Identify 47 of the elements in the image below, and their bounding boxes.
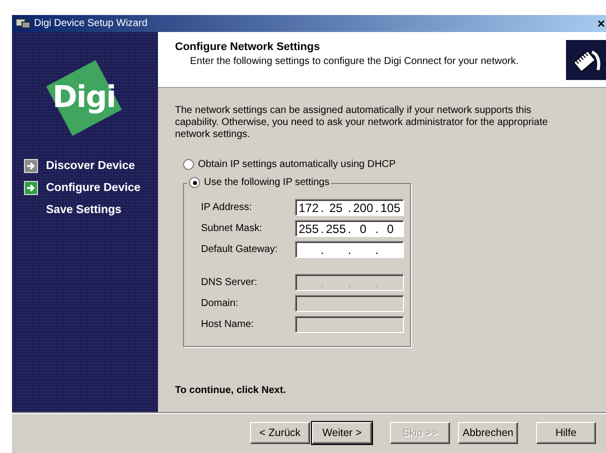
octet-value: 200: [352, 200, 374, 214]
octet-value: 105: [380, 200, 401, 214]
wizard-button[interactable]: Abbrechen: [458, 422, 518, 444]
octet-value: 172: [298, 200, 320, 214]
octet-dot: .: [374, 222, 380, 236]
field-label: IP Address:: [201, 202, 253, 213]
field-label: Domain:: [201, 298, 240, 309]
wizard-button[interactable]: Weiter >: [312, 422, 372, 444]
logo: Digi: [44, 58, 124, 138]
instruction-text: To continue, click Next.: [175, 385, 287, 396]
ip-address-field[interactable]: 172 . 25 . 200 . 105: [295, 199, 404, 216]
octet-dot: .: [346, 200, 352, 214]
octet-dot: .: [346, 242, 352, 256]
octet-dot: .: [346, 276, 352, 290]
octet-value: 255: [325, 222, 346, 236]
octet-dot: .: [374, 276, 380, 290]
octet-value: 255: [298, 222, 320, 236]
radio-button[interactable]: [189, 177, 200, 188]
field-label: Host Name:: [201, 319, 255, 330]
page-subtitle: Enter the following settings to configure the Digi Connect for your network.: [190, 56, 520, 67]
octet-value: 0: [386, 222, 395, 236]
field-label: Default Gateway:: [201, 244, 279, 255]
octet-dot: .: [374, 200, 380, 214]
octet-dot: .: [320, 276, 325, 290]
octet-dot: .: [346, 222, 352, 236]
octet-dot: .: [320, 222, 325, 236]
field-label: DNS Server:: [201, 277, 258, 288]
field-label: Subnet Mask:: [201, 223, 264, 234]
step-label: Save Settings: [46, 204, 122, 216]
window-title: Digi Device Setup Wizard: [34, 18, 148, 29]
page-title: Configure Network Settings: [175, 41, 321, 53]
radio-label[interactable]: Obtain IP settings automatically using DHCP: [198, 159, 396, 170]
close-button[interactable]: ×: [597, 17, 605, 30]
wizard-button[interactable]: < Zurück: [250, 422, 310, 444]
ip-address-field[interactable]: 255 . 255 . 0 . 0: [295, 220, 404, 237]
octet-dot: .: [374, 242, 380, 256]
octet-dot: .: [320, 200, 325, 214]
octet-dot: .: [320, 242, 325, 256]
step-label: Configure Device: [46, 182, 141, 194]
radio-button[interactable]: [183, 159, 194, 170]
ip-address-field[interactable]: . . .: [295, 241, 404, 258]
wizard-button[interactable]: Hilfe: [536, 422, 596, 444]
intro-paragraph: The network settings can be assigned automatically if your network supports this capability. Otherwise, you need to ask your network administrator for the appropriate network settings.: [175, 105, 549, 141]
computer-icon: [15, 18, 31, 30]
step-label: Discover Device: [46, 160, 135, 172]
octet-value: 25: [328, 200, 344, 214]
octet-value: 0: [358, 222, 368, 236]
